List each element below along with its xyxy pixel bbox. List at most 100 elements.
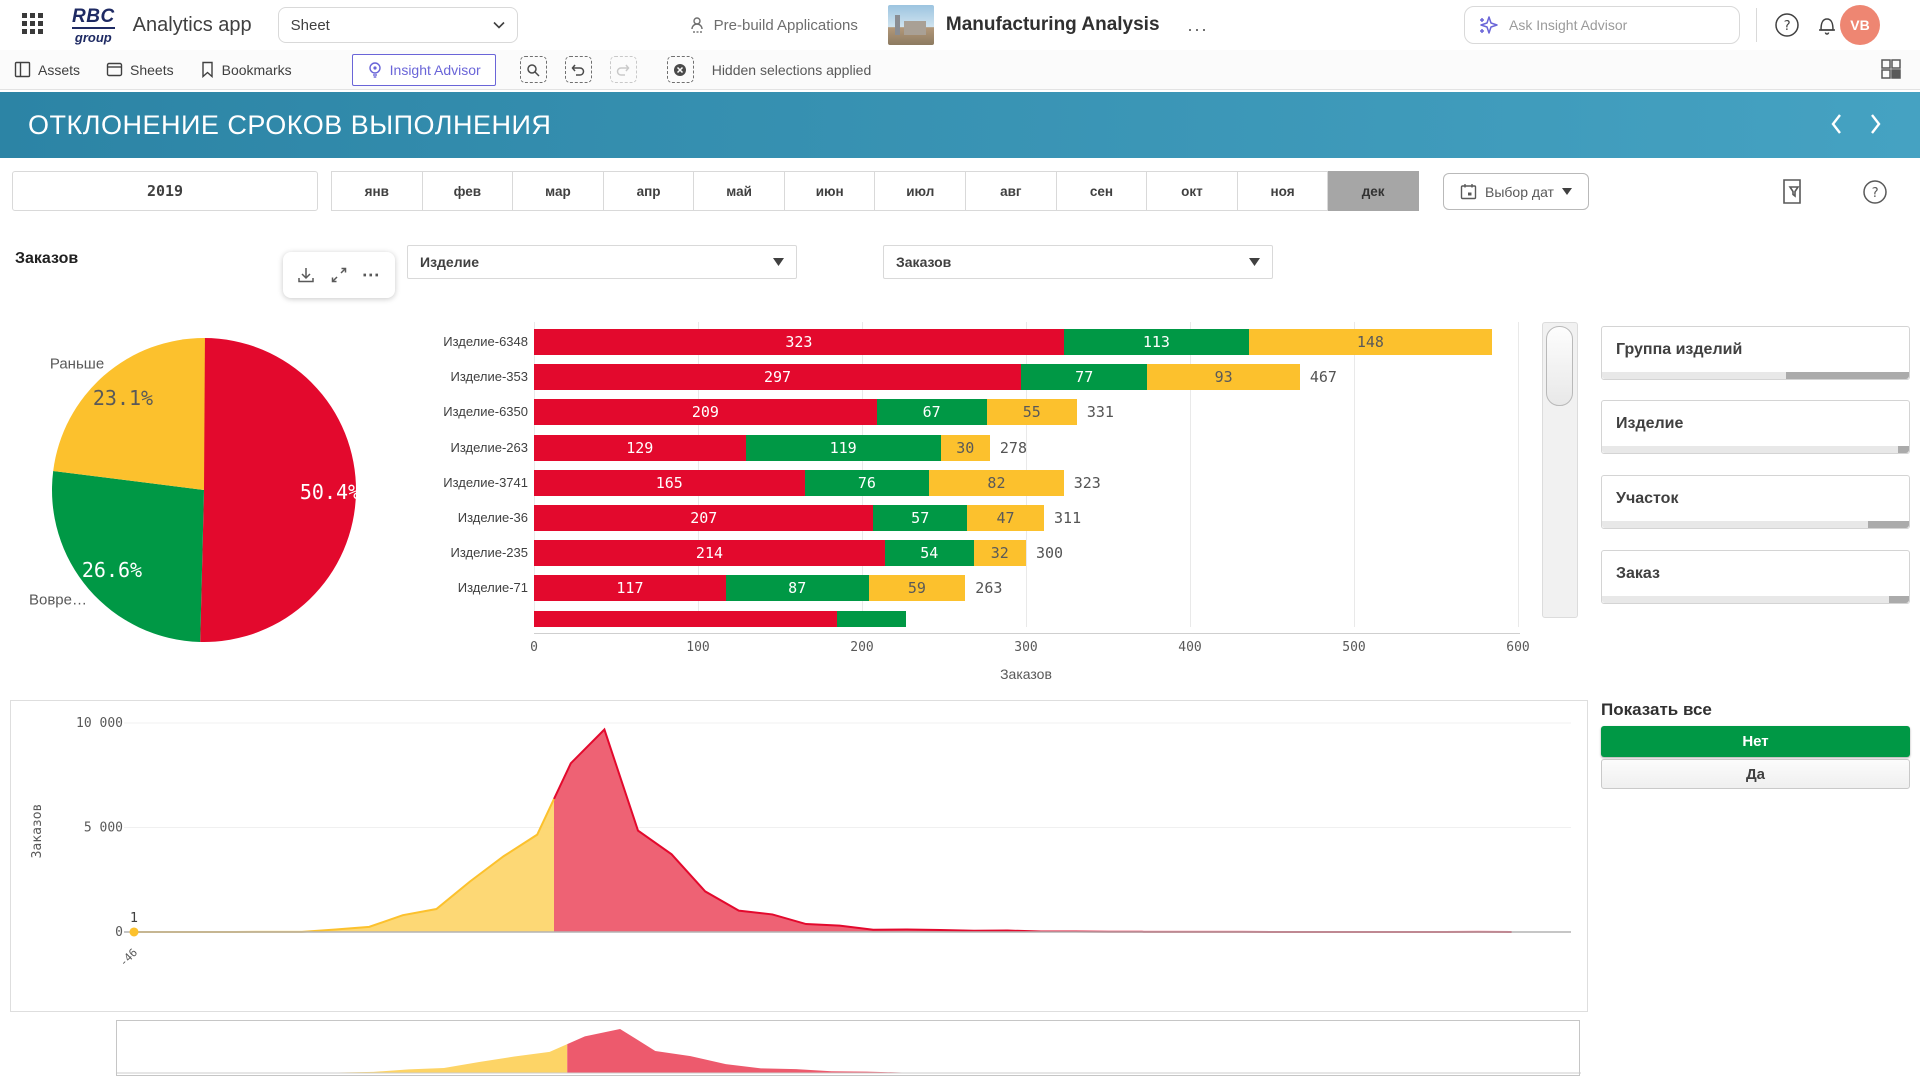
month-filter-апр[interactable]: апр <box>604 171 695 211</box>
date-picker-button[interactable]: Выбор дат <box>1443 173 1589 210</box>
user-avatar[interactable]: VB <box>1840 5 1880 45</box>
month-filter-ноя[interactable]: ноя <box>1238 171 1329 211</box>
search-icon <box>526 63 540 77</box>
assets-button[interactable]: Assets <box>14 61 80 78</box>
bar-segment-yellow[interactable]: 47 <box>967 505 1044 531</box>
distribution-area-chart[interactable]: 05 00010 000Заказов1-461-401-342-315-287… <box>10 700 1588 1012</box>
bell-icon <box>1815 13 1839 37</box>
bar-measure-select[interactable]: Заказов <box>883 245 1273 279</box>
bar-segment-red[interactable]: 207 <box>534 505 873 531</box>
bar-segment-yellow[interactable]: 30 <box>941 435 990 461</box>
bar-segment-yellow[interactable]: 93 <box>1147 364 1300 390</box>
sheets-button[interactable]: Sheets <box>106 61 174 78</box>
data-point[interactable] <box>130 927 139 936</box>
bar-segment-red[interactable]: 214 <box>534 540 885 566</box>
more-options-button[interactable]: ⋯ <box>362 265 381 286</box>
chart-hover-toolbar: ⋯ <box>283 252 395 298</box>
bookmarks-button[interactable]: Bookmarks <box>200 61 292 78</box>
logo-line1: RBC <box>72 7 115 29</box>
bar-segment-green[interactable]: 67 <box>877 399 987 425</box>
bar-segment-yellow[interactable]: 148 <box>1249 329 1492 355</box>
bar-segment-green[interactable]: 77 <box>1021 364 1147 390</box>
late-area[interactable] <box>554 730 1512 932</box>
bar-segment-green[interactable]: 87 <box>726 575 869 601</box>
bar-segment-yellow[interactable]: 59 <box>869 575 966 601</box>
app-thumbnail-factory-image[interactable] <box>888 5 934 45</box>
selections-tool-button[interactable] <box>1782 178 1806 210</box>
redo-selection-button[interactable] <box>610 56 637 83</box>
bar-segment-green[interactable] <box>837 611 906 627</box>
month-filter-окт[interactable]: окт <box>1147 171 1238 211</box>
filter-box-3[interactable]: Участок <box>1601 475 1910 529</box>
clear-selections-button[interactable] <box>667 56 694 83</box>
month-filter-авг[interactable]: авг <box>966 171 1057 211</box>
bar-row[interactable]: 1657682323 <box>534 470 1101 496</box>
filter-box-1[interactable]: Группа изделий <box>1601 326 1910 380</box>
bar-segment-green[interactable]: 76 <box>805 470 930 496</box>
month-filter-май[interactable]: май <box>694 171 785 211</box>
filter-document-icon <box>1782 178 1806 205</box>
bar-segment-red[interactable]: 129 <box>534 435 746 461</box>
bar-segment-yellow[interactable]: 32 <box>974 540 1026 566</box>
next-sheet-button[interactable] <box>1868 112 1884 141</box>
expand-button[interactable] <box>330 266 348 284</box>
month-filter-янв[interactable]: янв <box>331 171 423 211</box>
stacked-bar-chart[interactable]: Изделие-6348323113148Изделие-35329777934… <box>0 322 1540 627</box>
bar-segment-green[interactable]: 57 <box>873 505 966 531</box>
sheet-selector-value: Sheet <box>291 17 330 34</box>
bar-segment-red[interactable] <box>534 611 837 627</box>
bar-chart-scrollbar[interactable] <box>1542 322 1578 618</box>
bar-row[interactable]: 323113148 <box>534 329 1492 355</box>
insight-advisor-search[interactable]: Ask Insight Advisor <box>1464 6 1740 44</box>
filter-box-2[interactable]: Изделие <box>1601 400 1910 454</box>
bar-dimension-select[interactable]: Изделие <box>407 245 797 279</box>
month-filter-фев[interactable]: фев <box>423 171 514 211</box>
month-filter-сен[interactable]: сен <box>1057 171 1148 211</box>
show-all-no-button[interactable]: Нет <box>1601 726 1910 757</box>
undo-selection-button[interactable] <box>565 56 592 83</box>
bar-row[interactable] <box>534 611 906 627</box>
month-filter-июл[interactable]: июл <box>875 171 966 211</box>
show-all-yes-button[interactable]: Да <box>1601 759 1910 789</box>
help-button[interactable]: ? <box>1772 10 1802 40</box>
bar-segment-yellow[interactable]: 55 <box>987 399 1077 425</box>
bar-row[interactable]: 12911930278 <box>534 435 1027 461</box>
filter-box-4[interactable]: Заказ <box>1601 550 1910 604</box>
bar-segment-green[interactable]: 113 <box>1064 329 1249 355</box>
sheet-help-button[interactable]: ? <box>1862 179 1888 210</box>
bar-segment-red[interactable]: 323 <box>534 329 1064 355</box>
redo-icon <box>616 63 630 77</box>
search-selections-button[interactable] <box>520 56 547 83</box>
download-button[interactable] <box>297 266 315 284</box>
bar-segment-red[interactable]: 165 <box>534 470 805 496</box>
y-axis-title: Заказов <box>30 804 45 859</box>
more-options-button[interactable]: ... <box>1188 15 1209 36</box>
month-filter-мар[interactable]: мар <box>513 171 604 211</box>
scrollbar-thumb[interactable] <box>1546 326 1573 406</box>
bar-row[interactable]: 2096755331 <box>534 399 1114 425</box>
bar-segment-red[interactable]: 117 <box>534 575 726 601</box>
notifications-button[interactable] <box>1812 10 1842 40</box>
bar-row[interactable]: 2145432300 <box>534 540 1063 566</box>
bar-row[interactable]: 2977793467 <box>534 364 1337 390</box>
bar-segment-green[interactable]: 54 <box>885 540 974 566</box>
bar-segment-red[interactable]: 297 <box>534 364 1021 390</box>
bar-segment-red[interactable]: 209 <box>534 399 877 425</box>
year-filter[interactable]: 2019 <box>12 171 318 211</box>
prebuild-applications-link[interactable]: Pre-build Applications <box>688 16 858 34</box>
dashboard-page: RBC group Analytics app Sheet Pre-build … <box>0 0 1920 1080</box>
bar-segment-yellow[interactable]: 82 <box>929 470 1063 496</box>
insight-advisor-button[interactable]: Insight Advisor <box>352 54 496 86</box>
show-all-label: Показать все <box>1601 700 1712 720</box>
bar-row[interactable]: 1178759263 <box>534 575 1002 601</box>
bar-row[interactable]: 2075747311 <box>534 505 1081 531</box>
month-filter-июн[interactable]: июн <box>785 171 876 211</box>
sheet-selector[interactable]: Sheet <box>278 7 518 43</box>
pie-slice-name: Раньше <box>50 356 104 373</box>
layout-grid-button[interactable] <box>1880 58 1902 85</box>
bar-segment-green[interactable]: 119 <box>746 435 941 461</box>
chart-navigator-strip[interactable] <box>116 1020 1580 1076</box>
previous-sheet-button[interactable] <box>1828 112 1844 141</box>
month-filter-дек[interactable]: дек <box>1328 171 1419 211</box>
app-launcher-icon[interactable] <box>22 13 46 37</box>
